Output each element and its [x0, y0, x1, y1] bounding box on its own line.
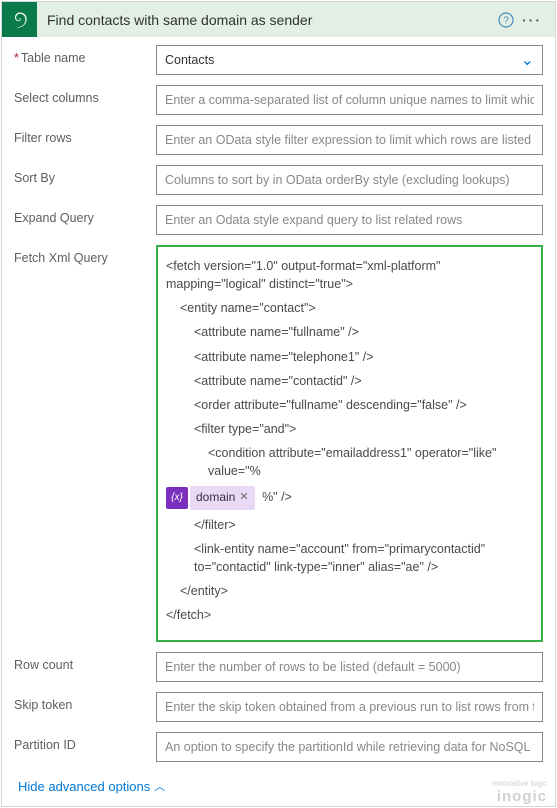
xml-line: </entity>	[166, 582, 533, 600]
field-row-partition-id: Partition ID	[14, 732, 543, 762]
more-menu-button[interactable]: ···	[519, 7, 545, 33]
dataverse-icon	[2, 2, 37, 37]
field-row-table-name: Table name Contacts ⌄	[14, 45, 543, 75]
xml-text: %" />	[262, 490, 292, 504]
filter-rows-input[interactable]	[156, 125, 543, 155]
expand-query-input[interactable]	[156, 205, 543, 235]
table-name-value: Contacts	[165, 53, 214, 67]
field-row-skip-token: Skip token	[14, 692, 543, 722]
sort-by-input[interactable]	[156, 165, 543, 195]
variable-icon: {x}	[166, 487, 188, 509]
partition-id-input[interactable]	[156, 732, 543, 762]
row-count-input[interactable]	[156, 652, 543, 682]
chevron-down-icon: ⌄	[521, 50, 534, 70]
xml-line: <filter type="and">	[166, 420, 533, 438]
xml-line: <attribute name="contactid" />	[166, 372, 533, 390]
table-name-select[interactable]: Contacts ⌄	[156, 45, 543, 75]
xml-line: <fetch version="1.0" output-format="xml-…	[166, 257, 533, 293]
xml-line: <order attribute="fullname" descending="…	[166, 396, 533, 414]
label-select-columns: Select columns	[14, 85, 156, 105]
svg-text:?: ?	[503, 15, 509, 26]
chevron-up-icon: ︿	[154, 778, 165, 794]
token-label: domain	[196, 489, 235, 506]
swirl-icon	[10, 10, 30, 30]
field-row-filter-rows: Filter rows	[14, 125, 543, 155]
field-row-select-columns: Select columns	[14, 85, 543, 115]
xml-line: <condition attribute="emailaddress1" ope…	[166, 444, 533, 480]
field-row-row-count: Row count	[14, 652, 543, 682]
label-sort-by: Sort By	[14, 165, 156, 185]
skip-token-input[interactable]	[156, 692, 543, 722]
label-table-name: Table name	[14, 45, 156, 65]
token-remove-icon[interactable]: ✕	[239, 490, 248, 506]
field-row-sort-by: Sort By	[14, 165, 543, 195]
card-body: Table name Contacts ⌄ Select columns Fil…	[2, 37, 555, 806]
xml-line: <attribute name="telephone1" />	[166, 348, 533, 366]
toggle-advanced-options[interactable]: Hide advanced options ︿	[14, 772, 165, 802]
dynamic-token[interactable]: {x} domain ✕	[166, 486, 255, 509]
xml-line: <attribute name="fullname" />	[166, 323, 533, 341]
fetch-xml-editor[interactable]: <fetch version="1.0" output-format="xml-…	[156, 245, 543, 642]
label-expand-query: Expand Query	[14, 205, 156, 225]
label-filter-rows: Filter rows	[14, 125, 156, 145]
xml-text: <condition attribute="emailaddress1" ope…	[208, 446, 496, 478]
field-row-fetch-xml: Fetch Xml Query <fetch version="1.0" out…	[14, 245, 543, 642]
action-card: Find contacts with same domain as sender…	[1, 1, 556, 807]
card-title: Find contacts with same domain as sender	[37, 12, 493, 28]
xml-line-token: {x} domain ✕ %" />	[166, 486, 533, 509]
xml-line: <link-entity name="account" from="primar…	[166, 540, 533, 576]
ellipsis-icon: ···	[522, 12, 542, 28]
xml-line: </filter>	[166, 516, 533, 534]
xml-line: <entity name="contact">	[166, 299, 533, 317]
card-header[interactable]: Find contacts with same domain as sender…	[2, 2, 555, 37]
field-row-expand-query: Expand Query	[14, 205, 543, 235]
label-row-count: Row count	[14, 652, 156, 672]
advanced-label: Hide advanced options	[18, 779, 150, 794]
label-fetch-xml: Fetch Xml Query	[14, 245, 156, 265]
xml-line: </fetch>	[166, 606, 533, 624]
help-icon: ?	[498, 12, 514, 28]
select-columns-input[interactable]	[156, 85, 543, 115]
label-skip-token: Skip token	[14, 692, 156, 712]
help-button[interactable]: ?	[493, 7, 519, 33]
label-partition-id: Partition ID	[14, 732, 156, 752]
